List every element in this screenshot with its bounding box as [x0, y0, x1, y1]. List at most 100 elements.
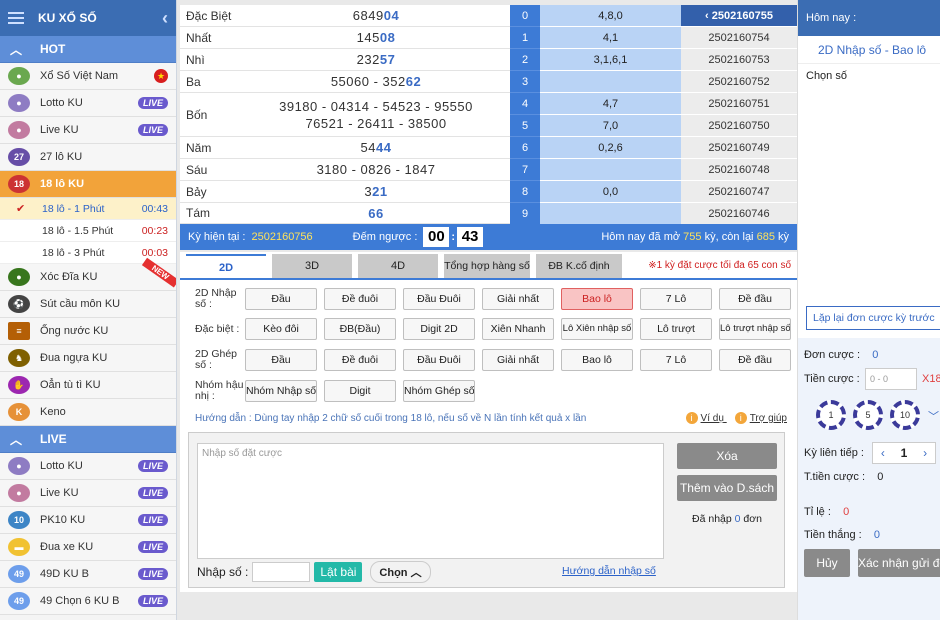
section-live[interactable]: ︿ LIVE [0, 426, 176, 453]
chevron-right-icon[interactable]: › [923, 446, 927, 460]
chevron-left-icon: ‹ [705, 10, 712, 22]
period-item[interactable]: 2502160752 [681, 71, 797, 93]
bet-option-button[interactable]: Giải nhất [482, 349, 554, 371]
bet-option-button[interactable]: Đề đầu [719, 288, 791, 310]
bet-option-button[interactable]: Lô trượt [640, 318, 712, 340]
chevron-left-icon[interactable]: ‹ [881, 446, 885, 460]
bet-limit-warning: ※1 kỳ đặt cược tối đa 65 con số [648, 259, 791, 271]
bet-option-button[interactable]: Nhóm Ghép số [403, 380, 475, 402]
bet-option-button[interactable]: Nhóm Nhập số [245, 380, 317, 402]
head-digit: 2 [510, 49, 540, 71]
sidebar-item-xo-so-viet-nam[interactable]: ● Xổ Số Việt Nam ★ [0, 63, 176, 90]
bet-option-button[interactable]: Đề đuôi [324, 288, 396, 310]
input-guide-link[interactable]: Hướng dẫn nhập số [562, 565, 656, 577]
bet-option-button[interactable]: 7 Lô [640, 288, 712, 310]
submit-bet-button[interactable]: Xác nhận gửi đơn [858, 549, 940, 577]
multiplier: X18 [922, 373, 940, 385]
bet-row-label: 2D Ghép số : [195, 348, 238, 371]
period-item[interactable]: 2502160749 [681, 137, 797, 159]
period-selector[interactable]: ‹ 2502160755 [681, 5, 797, 27]
period-item[interactable]: 2502160750 [681, 115, 797, 137]
period-item[interactable]: 2502160751 [681, 93, 797, 115]
tab-tong-hop[interactable]: Tổng hợp hàng số [444, 254, 530, 278]
consecutive-stepper[interactable]: ‹ 1 › [872, 442, 936, 464]
repeat-last-bet-button[interactable]: Lặp lại đơn cược kỳ trước [806, 306, 940, 330]
sidebar-item-oan-tu-ti[interactable]: ✋ Oẳn tù tì KU [0, 372, 176, 399]
tab-3d[interactable]: 3D [272, 254, 352, 278]
live-badge: LIVE [137, 460, 168, 472]
sub-item-18-lo-1-5-phut[interactable]: 18 lô - 1.5 Phút 00:23 [0, 220, 176, 242]
collapse-chevron-icon[interactable]: ‹ [162, 8, 168, 29]
tab-2d[interactable]: 2D [186, 254, 266, 278]
bet-number-textarea[interactable]: Nhập số đặt cược [197, 443, 664, 559]
sidebar-item-live-ku[interactable]: ● Live KU LIVE [0, 117, 176, 144]
head-digit: 9 [510, 203, 540, 225]
delete-button[interactable]: Xóa [677, 443, 777, 469]
info-bar: Kỳ hiện tại :2502160756 Đếm ngược : 00:4… [180, 224, 797, 250]
prize-row-nhat: Nhất 14508 [180, 27, 510, 49]
sidebar-item-live-lotto-ku[interactable]: ● Lotto KU LIVE [0, 453, 176, 480]
period-item[interactable]: 2502160746 [681, 203, 797, 225]
car-icon: ▬ [8, 538, 30, 556]
bet-option-button[interactable]: Digit 2D [403, 318, 475, 340]
bet-option-button[interactable]: Lô trượt nhập số [719, 318, 791, 340]
tab-4d[interactable]: 4D [358, 254, 438, 278]
bet-option-button[interactable]: Đầu [245, 288, 317, 310]
bet-option-button[interactable]: Xiên Nhanh [482, 318, 554, 340]
tab-db-k-co-dinh[interactable]: ĐB K.cố định [536, 254, 622, 278]
sidebar-item-ong-nuoc[interactable]: ≡ Ống nước KU [0, 318, 176, 345]
chip-1[interactable]: 1 [816, 400, 846, 430]
results-table: Đặc Biệt 684904 Nhất 14508 Nhì 23257 Ba 5506… [180, 5, 797, 225]
bet-amount-input[interactable]: 0 - 0 [865, 368, 917, 390]
sidebar-item-27-lo[interactable]: 27 27 lô KU [0, 144, 176, 171]
bet-option-button[interactable]: Đầu [245, 349, 317, 371]
bet-option-button[interactable]: 7 Lô [640, 349, 712, 371]
bet-option-button[interactable]: Lô Xiên nhập số [561, 318, 633, 340]
menu-icon[interactable] [8, 12, 24, 24]
49-icon: 49 [8, 592, 30, 610]
live-badge: LIVE [137, 541, 168, 553]
bet-option-button[interactable]: Giải nhất [482, 288, 554, 310]
sidebar-item-pk10[interactable]: 10 PK10 KU LIVE [0, 507, 176, 534]
number-input[interactable] [252, 562, 311, 582]
bet-option-button[interactable]: Bao lô [561, 288, 633, 310]
chip-5[interactable]: 5 [853, 400, 883, 430]
bet-option-button[interactable]: Kèo đôi [245, 318, 317, 340]
period-item[interactable]: 2502160747 [681, 181, 797, 203]
choose-dropdown[interactable]: Chọn ︿ [370, 561, 431, 583]
head-values: 4,7 [540, 93, 681, 115]
keno-icon: K [8, 403, 30, 421]
add-to-list-button[interactable]: Thêm vào D.sách [677, 475, 777, 501]
period-item[interactable]: 2502160753 [681, 49, 797, 71]
bet-option-button[interactable]: ĐB(Đầu) [324, 318, 396, 340]
sidebar-item-dua-ngua[interactable]: ♞ Đua ngựa KU [0, 345, 176, 372]
chip-10[interactable]: 10 [890, 400, 920, 430]
section-hot[interactable]: ︿ HOT [0, 36, 176, 63]
info-icon: i [685, 412, 698, 424]
period-item[interactable]: 2502160748 [681, 159, 797, 181]
sidebar-item-dua-xe[interactable]: ▬ Đua xe KU LIVE [0, 534, 176, 561]
period-item[interactable]: 2502160754 [681, 27, 797, 49]
sub-item-18-lo-1-phut[interactable]: ✔ 18 lô - 1 Phút 00:43 [0, 198, 176, 220]
bet-option-button[interactable]: Đầu Đuôi [403, 349, 475, 371]
help-link[interactable]: Trợ giúp [750, 413, 787, 424]
sidebar-item-sut-cau-mon[interactable]: ⚽ Sút cầu môn KU [0, 291, 176, 318]
cancel-button[interactable]: Hủy [804, 549, 850, 577]
sidebar-item-keno[interactable]: K Keno [0, 399, 176, 426]
sidebar-item-49d[interactable]: 49 49D KU B LIVE [0, 561, 176, 588]
flip-button[interactable]: Lật bài [314, 562, 363, 582]
sidebar-item-49-chon-6[interactable]: 49 49 Chọn 6 KU B LIVE [0, 588, 176, 615]
bet-option-button[interactable]: Digit [324, 380, 396, 402]
example-link[interactable]: Ví dụ [701, 413, 724, 424]
head-values [540, 71, 681, 93]
bet-option-button[interactable]: Đầu Đuôi [403, 288, 475, 310]
bet-option-button[interactable]: Đề đầu [719, 349, 791, 371]
bet-option-button[interactable]: Bao lô [561, 349, 633, 371]
chevron-down-icon[interactable]: ﹀ [928, 408, 939, 424]
sidebar-item-live-live-ku[interactable]: ● Live KU LIVE [0, 480, 176, 507]
sidebar-item-lotto-ku[interactable]: ● Lotto KU LIVE [0, 90, 176, 117]
sidebar-item-18-lo[interactable]: 18 18 lô KU [0, 171, 176, 198]
sidebar-header: KU XỔ SỐ ‹ [0, 0, 176, 36]
sidebar-item-xoc-dia[interactable]: ● Xóc Đĩa KU NEW [0, 257, 176, 291]
bet-option-button[interactable]: Đề đuôi [324, 349, 396, 371]
